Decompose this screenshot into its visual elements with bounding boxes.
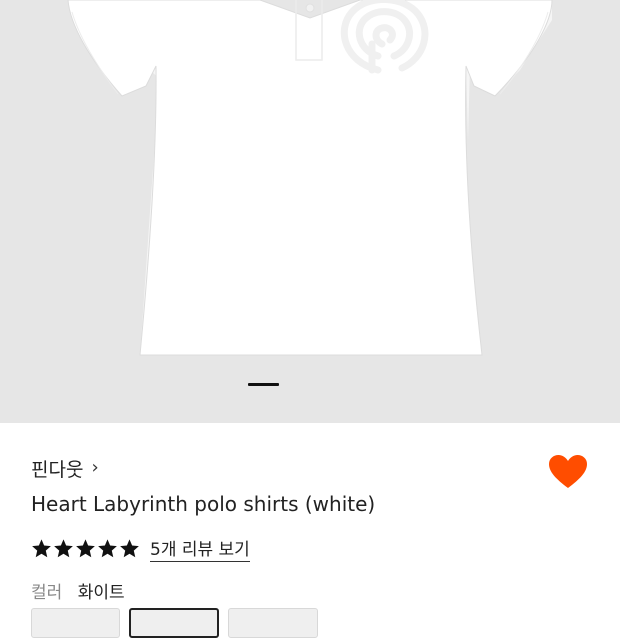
- product-image-gallery[interactable]: [0, 0, 620, 423]
- polo-shirt-image: [67, 0, 553, 356]
- rating-row: 5개 리뷰 보기: [31, 535, 250, 562]
- heart-icon[interactable]: [548, 454, 588, 490]
- view-reviews-link[interactable]: 5개 리뷰 보기: [150, 535, 250, 562]
- star-icon: [32, 539, 51, 558]
- product-title: Heart Labyrinth polo shirts (white): [31, 492, 376, 516]
- star-icon: [120, 539, 139, 558]
- star-icon: [76, 539, 95, 558]
- color-value: 화이트: [77, 583, 125, 603]
- color-label: 컬러: [31, 583, 63, 603]
- color-swatch-option[interactable]: [228, 608, 318, 638]
- star-icon: [98, 539, 117, 558]
- color-swatch-option[interactable]: [31, 608, 120, 638]
- gallery-pager-indicator[interactable]: [248, 383, 279, 386]
- rating-stars: [31, 538, 140, 559]
- brand-name: 핀다웃: [31, 458, 84, 481]
- color-row: 컬러 화이트: [31, 578, 125, 603]
- chevron-right-icon: ›: [91, 457, 99, 478]
- color-swatch-option-selected[interactable]: [129, 608, 219, 638]
- star-icon: [54, 539, 73, 558]
- brand-link[interactable]: 핀다웃 ›: [31, 455, 99, 481]
